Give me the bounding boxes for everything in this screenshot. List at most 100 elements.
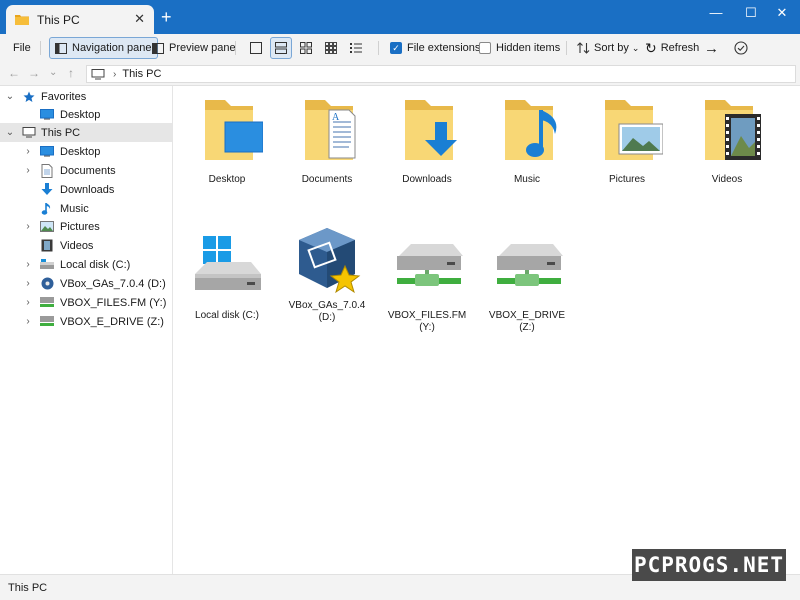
file-extensions-toggle[interactable]: ✓ File extensions xyxy=(390,37,480,59)
navigation-pane-icon xyxy=(55,42,67,54)
sidebar-item-label: VBOX_FILES.FM (Y:) xyxy=(60,296,167,309)
file-menu-label: File xyxy=(13,42,31,54)
desktop-icon xyxy=(40,108,54,122)
sidebar-item-vbox-files-y[interactable]: › VBOX_FILES.FM (Y:) xyxy=(0,293,172,312)
folder-downloads[interactable]: Downloads xyxy=(382,96,472,186)
address-bar[interactable]: › This PC xyxy=(86,65,796,83)
sidebar-item-vbox-gas-d[interactable]: › VBox_GAs_7.0.4 (D:) xyxy=(0,274,172,293)
drive-local-disk-c[interactable]: Local disk (C:) xyxy=(182,232,272,322)
expand-chevron-icon[interactable]: › xyxy=(23,278,33,289)
back-button[interactable]: ← xyxy=(8,66,20,80)
sidebar-item-favorites-desktop[interactable]: Desktop xyxy=(0,105,172,124)
forward-button[interactable]: → xyxy=(28,66,40,80)
navigation-pane-button[interactable]: Navigation pane xyxy=(49,37,158,59)
sidebar-item-documents[interactable]: › Documents xyxy=(0,161,172,180)
sidebar-item-videos[interactable]: Videos xyxy=(0,236,172,255)
folder-videos[interactable]: Videos xyxy=(682,96,772,186)
check-circle-icon xyxy=(734,41,748,55)
recent-locations-button[interactable]: ⌄ xyxy=(49,66,57,80)
refresh-button[interactable]: ↻ Refresh xyxy=(645,37,699,59)
picture-icon xyxy=(40,220,54,234)
folder-label: Downloads xyxy=(402,174,452,185)
watermark: PCPROGS.NET xyxy=(632,549,786,581)
sidebar-item-favorites[interactable]: ⌄ Favorites xyxy=(0,87,172,106)
expand-chevron-icon[interactable]: › xyxy=(23,259,33,270)
close-window-button[interactable]: ✕ xyxy=(772,4,792,22)
downloads-folder-icon xyxy=(391,96,463,168)
drive-vbox-gas-d[interactable]: VBox_GAs_7.0.4 (D:) xyxy=(282,222,372,324)
sidebar-item-music[interactable]: Music xyxy=(0,199,172,218)
folder-pictures[interactable]: Pictures xyxy=(582,96,672,186)
open-arrow-button[interactable]: → xyxy=(704,37,719,59)
view-small-icons-button[interactable] xyxy=(320,37,342,59)
folder-documents[interactable]: A Documents xyxy=(282,96,372,186)
sidebar-item-this-pc[interactable]: ⌄ This PC xyxy=(0,123,172,142)
folder-label: Desktop xyxy=(208,174,246,185)
sidebar-item-desktop[interactable]: › Desktop xyxy=(0,142,172,161)
file-menu-button[interactable]: File xyxy=(13,37,31,59)
sidebar-item-vbox-e-drive-z[interactable]: › VBOX_E_DRIVE (Z:) xyxy=(0,312,172,331)
sidebar-item-downloads[interactable]: Downloads xyxy=(0,180,172,199)
sidebar-item-label: Downloads xyxy=(60,183,115,196)
expand-chevron-icon[interactable]: › xyxy=(23,221,33,232)
file-extensions-label: File extensions xyxy=(407,42,481,54)
view-tiles-button[interactable] xyxy=(270,37,292,59)
sidebar-item-label: Desktop xyxy=(60,145,101,158)
expand-chevron-icon[interactable]: › xyxy=(23,146,33,157)
tab-this-pc[interactable]: This PC ✕ xyxy=(6,5,154,34)
sort-by-label: Sort by xyxy=(594,42,629,54)
refresh-label: Refresh xyxy=(660,42,700,54)
chevron-down-icon: ⌄ xyxy=(631,42,640,53)
expand-chevron-icon[interactable]: ⌄ xyxy=(5,91,15,102)
refresh-icon: ↻ xyxy=(645,40,657,56)
preview-pane-button[interactable]: Preview pane xyxy=(152,37,236,59)
up-button[interactable]: ↑ xyxy=(68,66,74,80)
folder-icon xyxy=(15,15,29,25)
view-large-icons-button[interactable] xyxy=(295,37,317,59)
sidebar-item-label: Pictures xyxy=(60,220,100,233)
maximize-button[interactable]: ☐ xyxy=(741,4,761,22)
expand-chevron-icon[interactable]: › xyxy=(23,316,33,327)
new-tab-button[interactable]: + xyxy=(161,8,172,26)
folder-label: Pictures xyxy=(608,174,646,185)
file-extensions-checkbox[interactable]: ✓ xyxy=(390,42,402,54)
minimize-button[interactable]: — xyxy=(706,4,726,22)
drive-label: Local disk (C:) xyxy=(195,310,259,321)
sidebar-item-pictures[interactable]: › Pictures xyxy=(0,217,172,236)
download-icon xyxy=(40,183,54,197)
svg-text:A: A xyxy=(332,112,340,123)
drive-vbox-files-y[interactable]: VBOX_FILES.FM (Y:) xyxy=(382,232,472,334)
tiles-view-icon xyxy=(275,42,287,54)
drive-vbox-e-drive-z[interactable]: VBOX_E_DRIVE (Z:) xyxy=(482,232,572,334)
breadcrumb-this-pc[interactable]: This PC xyxy=(122,68,161,80)
select-button[interactable] xyxy=(734,37,748,59)
hidden-items-toggle[interactable]: Hidden items xyxy=(479,37,560,59)
expand-chevron-icon[interactable]: › xyxy=(23,297,33,308)
address-row: ← → ⌄ ↑ › This PC xyxy=(0,62,800,86)
arrow-right-icon: → xyxy=(704,39,719,57)
sidebar-item-label: Music xyxy=(60,202,89,215)
folder-music[interactable]: Music xyxy=(482,96,572,186)
preview-pane-icon xyxy=(152,42,164,54)
sidebar-item-label: Videos xyxy=(60,239,94,252)
sidebar-item-label: Documents xyxy=(60,164,116,177)
cd-drive-icon xyxy=(40,277,54,291)
hidden-items-checkbox[interactable] xyxy=(479,42,491,54)
tab-close-icon[interactable]: ✕ xyxy=(134,12,145,26)
star-icon xyxy=(22,90,36,104)
view-details-button[interactable] xyxy=(245,37,267,59)
drive-label: VBOX_E_DRIVE (Z:) xyxy=(488,310,566,333)
expand-chevron-icon[interactable]: › xyxy=(23,165,33,176)
folder-label: Music xyxy=(513,174,541,185)
view-list-button[interactable] xyxy=(345,37,367,59)
expand-chevron-icon[interactable]: ⌄ xyxy=(5,127,15,138)
large-icons-view-icon xyxy=(300,42,312,54)
small-icons-view-icon xyxy=(325,42,337,54)
folder-desktop[interactable]: Desktop xyxy=(182,96,272,186)
sort-by-button[interactable]: Sort by ⌄ xyxy=(577,37,639,59)
separator xyxy=(566,41,567,55)
network-drive-icon xyxy=(491,232,563,304)
sort-icon xyxy=(577,42,590,54)
documents-folder-icon: A xyxy=(291,96,363,168)
sidebar-item-local-disk-c[interactable]: › Local disk (C:) xyxy=(0,255,172,274)
